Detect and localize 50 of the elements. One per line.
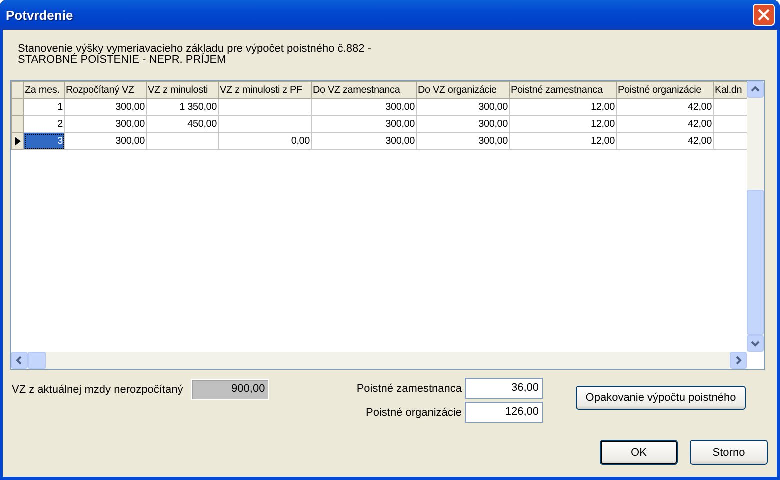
field-label: Poistné organizácie bbox=[366, 406, 462, 418]
field-label: Poistné zamestnanca bbox=[356, 382, 462, 394]
table-cell[interactable]: 0,00 bbox=[218, 132, 312, 150]
table-cell[interactable]: 300,00 bbox=[312, 116, 416, 132]
column-header[interactable]: Rozpočítaný VZ bbox=[64, 82, 146, 98]
table-cell[interactable]: 42,00 bbox=[616, 98, 714, 116]
recalculate-button[interactable]: Opakovanie výpočtu poistného bbox=[576, 386, 746, 410]
table-cell[interactable]: 300,00 bbox=[416, 116, 510, 132]
table-cell[interactable]: 42,00 bbox=[616, 116, 714, 132]
table-cell[interactable]: 12,00 bbox=[510, 116, 616, 132]
scroll-right-button[interactable] bbox=[730, 352, 747, 369]
row-pointer-icon bbox=[15, 136, 21, 146]
column-header[interactable]: Kal.dn bbox=[714, 82, 747, 98]
scroll-down-button[interactable] bbox=[747, 335, 764, 352]
column-header[interactable]: Poistné organizácie bbox=[616, 82, 714, 98]
vertical-scrollbar[interactable] bbox=[747, 81, 764, 352]
scroll-up-button[interactable] bbox=[747, 81, 764, 98]
column-header[interactable]: VZ z minulosti bbox=[146, 82, 218, 98]
column-header[interactable]: Do VZ organizácie bbox=[416, 82, 510, 98]
amount-field[interactable]: 36,00 bbox=[465, 378, 543, 399]
table-cell[interactable]: 12,00 bbox=[510, 98, 616, 116]
scroll-thumb[interactable] bbox=[28, 352, 46, 369]
table-cell[interactable]: 300,00 bbox=[64, 116, 146, 132]
close-button[interactable] bbox=[753, 4, 775, 26]
column-header[interactable]: Poistné zamestnanca bbox=[510, 82, 616, 98]
table-cell[interactable]: 300,00 bbox=[312, 132, 416, 150]
table-cell[interactable]: 300,00 bbox=[416, 132, 510, 150]
table-cell[interactable]: 300,00 bbox=[64, 132, 146, 150]
table-cell[interactable]: 12,00 bbox=[510, 132, 616, 150]
dialog-button[interactable]: Storno bbox=[690, 440, 768, 465]
field-label: VZ z aktuálnej mzdy nerozpočítaný bbox=[12, 384, 184, 396]
column-header[interactable]: Za mes. bbox=[24, 82, 64, 98]
amount-field[interactable]: 126,00 bbox=[465, 402, 543, 423]
table-cell[interactable]: 1 350,00 bbox=[146, 98, 218, 116]
description-text: STAROBNÉ POISTENIE - NEPR. PRÍJEM bbox=[18, 55, 228, 66]
table-cell[interactable]: 300,00 bbox=[416, 98, 510, 116]
description-text: Stanovenie výšky vymeriavacieho základu pre výpočet poistného č.882 - bbox=[18, 44, 372, 55]
dialog-button[interactable]: OK bbox=[600, 440, 678, 465]
table-cell[interactable]: 1 bbox=[24, 98, 64, 116]
horizontal-scrollbar[interactable] bbox=[11, 352, 747, 369]
table-cell[interactable]: 42,00 bbox=[616, 132, 714, 150]
column-header[interactable]: VZ z minulosti z PF bbox=[218, 82, 312, 98]
column-header[interactable]: Do VZ zamestnanca bbox=[312, 82, 416, 98]
scroll-thumb[interactable] bbox=[747, 190, 764, 335]
window-title: Potvrdenie bbox=[6, 8, 74, 22]
table-cell[interactable]: 300,00 bbox=[312, 98, 416, 116]
scroll-left-button[interactable] bbox=[11, 352, 28, 369]
table-cell[interactable]: 300,00 bbox=[64, 98, 146, 116]
table-cell[interactable]: 450,00 bbox=[146, 116, 218, 132]
table-cell[interactable]: 3 bbox=[24, 132, 64, 150]
